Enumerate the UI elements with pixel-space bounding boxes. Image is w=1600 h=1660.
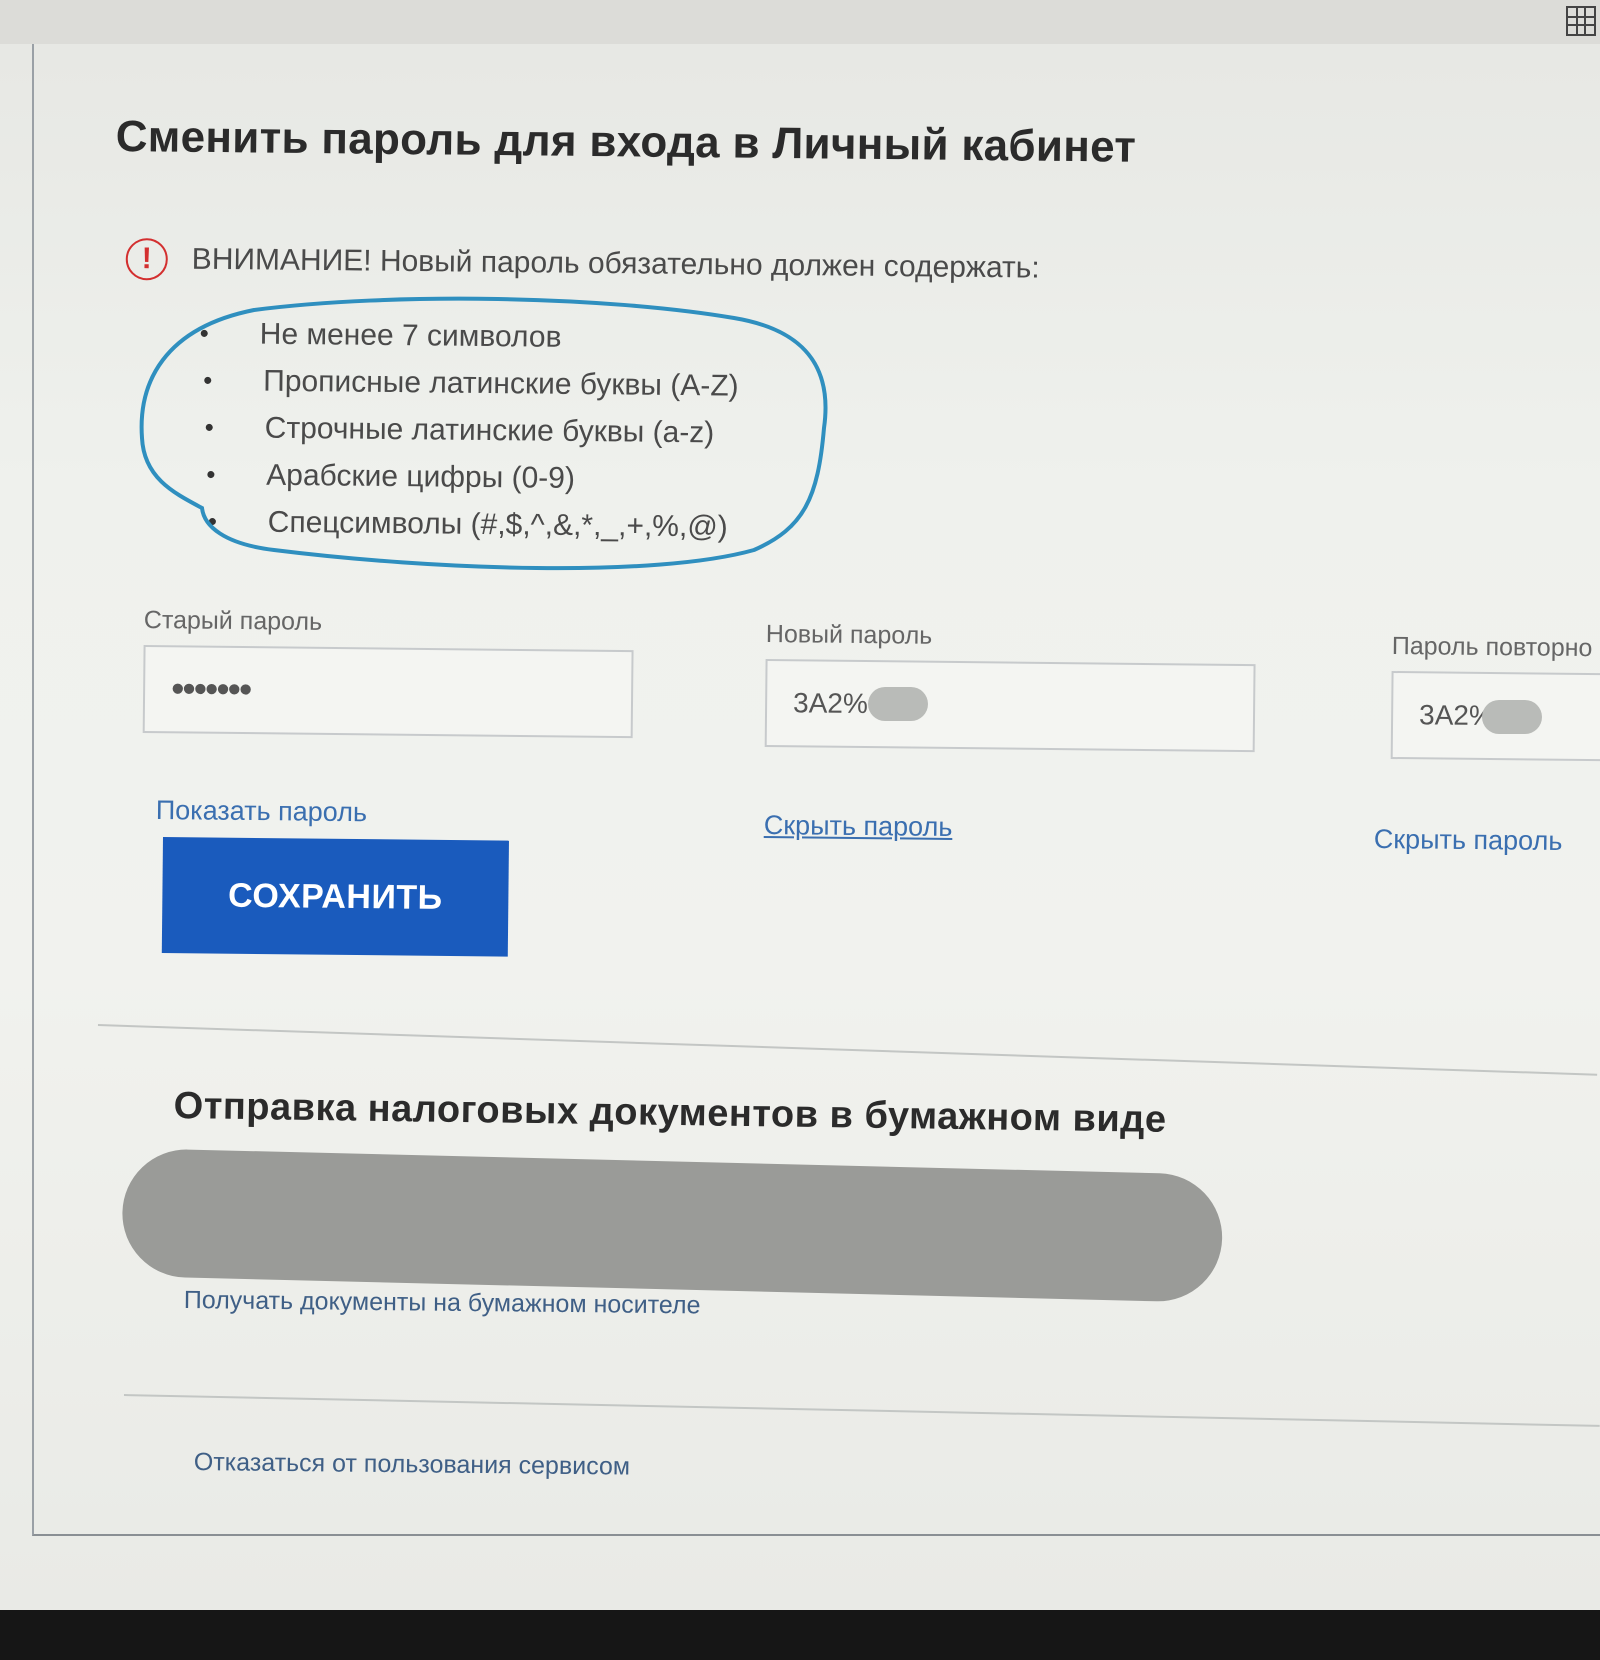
redaction-blob (1482, 700, 1542, 734)
page-title: Сменить пароль для входа в Личный кабине… (115, 112, 1137, 172)
paper-documents-link[interactable]: Получать документы на бумажном носителе (184, 1286, 701, 1320)
redacted-area (120, 1148, 1224, 1303)
new-password-group: Новый пароль (764, 620, 1256, 753)
redaction-blob (868, 687, 928, 721)
warning-icon: ! (125, 238, 168, 281)
top-toolbar (0, 0, 1600, 44)
hide-repeat-password-link[interactable]: Скрыть пароль (1374, 824, 1563, 857)
old-password-group: Старый пароль (142, 606, 634, 739)
warning-text: ВНИМАНИЕ! Новый пароль обязательно долже… (191, 242, 1040, 285)
old-password-input[interactable] (142, 644, 634, 739)
save-button[interactable]: СОХРАНИТЬ (161, 837, 509, 957)
grid-icon[interactable] (1566, 6, 1596, 36)
repeat-password-label: Пароль повторно (1391, 632, 1593, 663)
hand-drawn-marker-circle (139, 296, 828, 571)
new-password-label: Новый пароль (765, 620, 933, 650)
screen: Сменить пароль для входа в Личный кабине… (0, 0, 1600, 1610)
new-password-input[interactable] (764, 658, 1256, 753)
show-password-link[interactable]: Показать пароль (156, 795, 367, 828)
hide-new-password-link[interactable]: Скрыть пароль (764, 810, 953, 843)
repeat-password-group: Пароль повторно (1390, 632, 1600, 762)
refuse-service-link[interactable]: Отказаться от пользования сервисом (194, 1448, 630, 1482)
old-password-label: Старый пароль (143, 606, 323, 636)
